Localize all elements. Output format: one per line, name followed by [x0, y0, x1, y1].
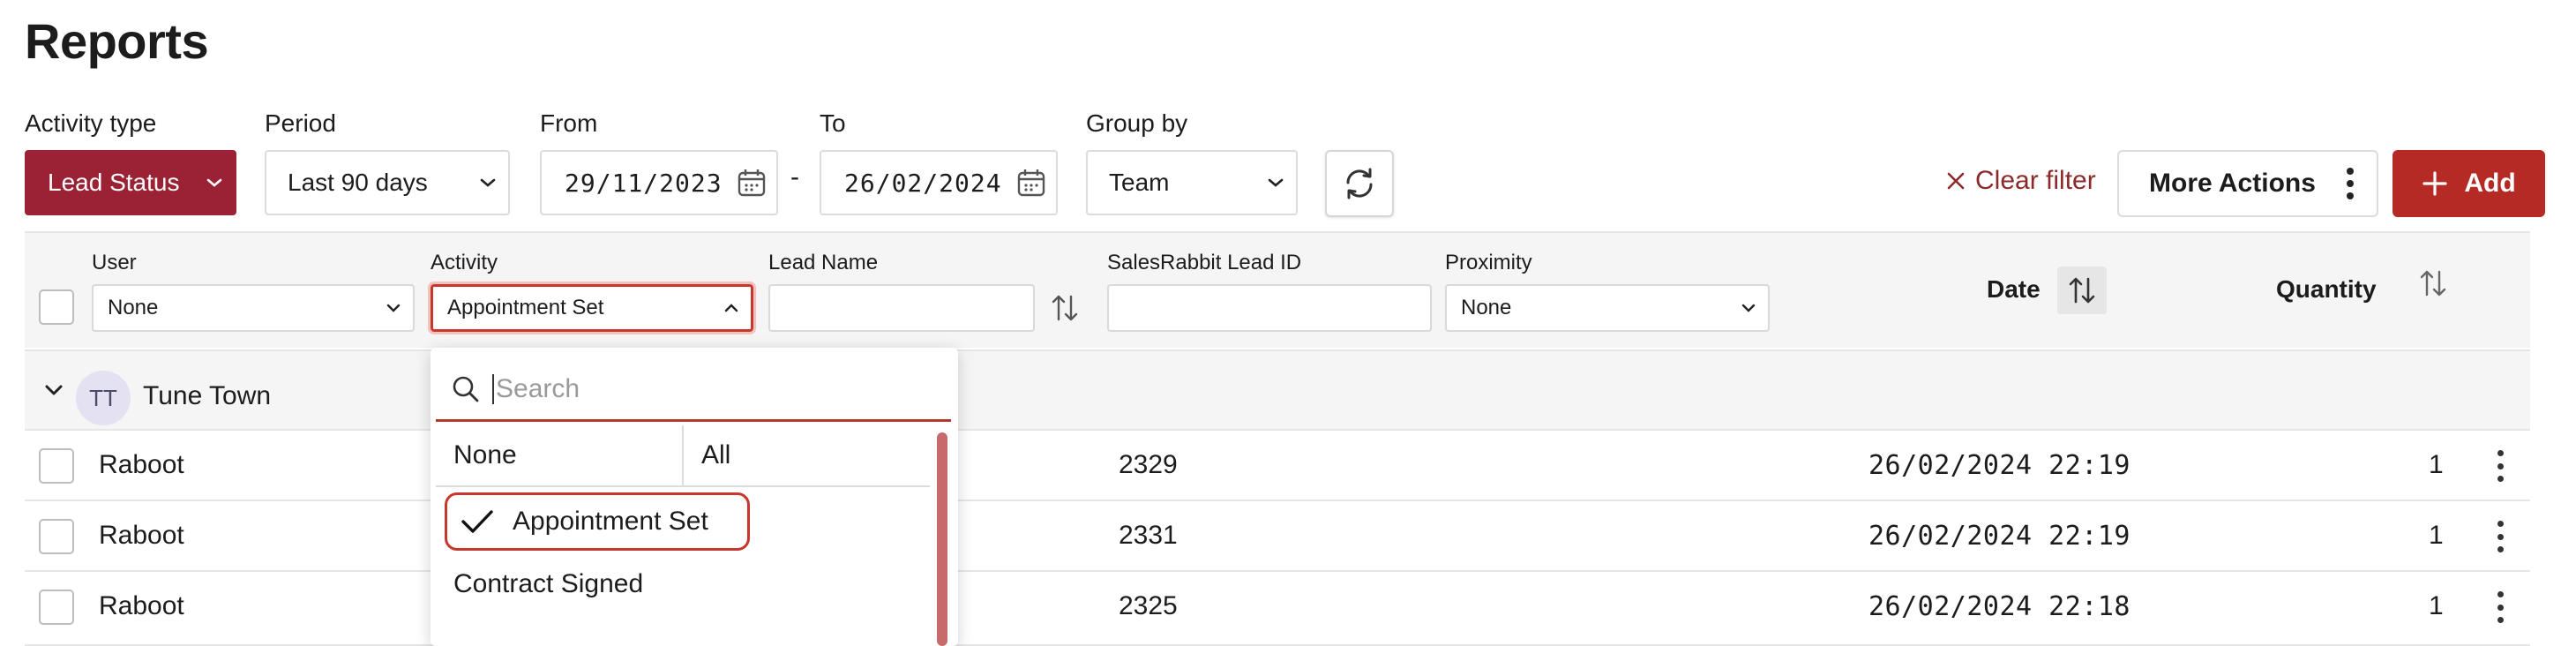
avatar: TT: [76, 371, 131, 425]
activity-type-select[interactable]: Lead Status: [25, 150, 236, 215]
chevron-down-icon: [194, 177, 235, 189]
refresh-icon: [1346, 168, 1373, 199]
row-checkbox[interactable]: [39, 448, 74, 484]
period-select[interactable]: Last 90 days: [265, 150, 510, 215]
clear-filter-label: Clear filter: [1975, 166, 2096, 195]
group-by-select[interactable]: Team: [1086, 150, 1298, 215]
date-sort-icon[interactable]: [2057, 267, 2107, 314]
proximity-filter-label: Proximity: [1445, 251, 1532, 274]
row-date: 26/02/2024 22:19: [1868, 521, 2130, 552]
dropdown-option-contract-signed[interactable]: Contract Signed: [436, 554, 930, 614]
quantity-column-header[interactable]: Quantity: [2276, 275, 2377, 304]
activity-filter-value: Appointment Set: [447, 296, 604, 319]
chevron-up-icon: [712, 303, 751, 313]
salesrabbit-lead-id-filter-label: SalesRabbit Lead ID: [1107, 251, 1302, 274]
calendar-icon[interactable]: [1007, 168, 1056, 198]
chevron-down-icon: [374, 303, 413, 313]
proximity-filter-value: None: [1461, 296, 1512, 319]
lead-name-filter-input[interactable]: [768, 284, 1035, 332]
lead-name-filter-label: Lead Name: [768, 251, 879, 274]
dropdown-scrollbar[interactable]: [937, 432, 947, 646]
row-checkbox[interactable]: [39, 590, 74, 625]
table-row[interactable]: Raboot 2329 26/02/2024 22:19 1: [25, 429, 2530, 500]
group-name: Tune Town: [143, 381, 272, 410]
search-icon: [452, 375, 480, 403]
close-icon: [1947, 172, 1965, 190]
select-none-option[interactable]: None: [436, 425, 684, 485]
chevron-down-icon: [1255, 177, 1296, 189]
activity-filter-select[interactable]: Appointment Set: [428, 282, 756, 334]
row-date: 26/02/2024 22:19: [1868, 450, 2130, 481]
row-menu-icon[interactable]: [2491, 588, 2509, 627]
date-column-header[interactable]: Date: [1987, 275, 2041, 304]
user-filter-label: User: [92, 251, 137, 274]
more-actions-label: More Actions: [2149, 169, 2316, 198]
select-all-checkbox[interactable]: [39, 289, 74, 325]
date-range-separator: -: [790, 162, 799, 192]
activity-type-label: Activity type: [25, 109, 157, 137]
none-all-selector: None All: [436, 425, 930, 487]
activity-dropdown: Search None All Appointment Set Contract…: [431, 348, 958, 646]
sort-icon[interactable]: [1051, 293, 1079, 327]
to-date-field[interactable]: 26/02/2024: [820, 150, 1058, 215]
from-date-field[interactable]: 29/11/2023: [540, 150, 778, 215]
dropdown-option-appointment-set[interactable]: Appointment Set: [445, 492, 750, 551]
checkmark-icon: [460, 507, 495, 536]
refresh-button[interactable]: [1325, 150, 1394, 217]
table-row[interactable]: Raboot 2325 26/02/2024 22:18 1: [25, 570, 2530, 646]
row-lead-id: 2325: [1119, 591, 1178, 620]
kebab-menu-icon: [2324, 166, 2377, 201]
dropdown-option-label: Contract Signed: [453, 569, 644, 598]
dropdown-option-label: Appointment Set: [513, 507, 708, 536]
page-title: Reports: [25, 13, 209, 69]
table-row[interactable]: Raboot 2331 26/02/2024 22:19 1: [25, 500, 2530, 570]
calendar-icon[interactable]: [727, 168, 776, 198]
chevron-down-icon: [1729, 303, 1768, 313]
user-filter-select[interactable]: None: [92, 284, 415, 332]
period-label: Period: [265, 109, 336, 137]
row-user: Raboot: [99, 591, 184, 620]
activity-filter-label: Activity: [431, 251, 498, 274]
row-checkbox[interactable]: [39, 519, 74, 554]
from-label: From: [540, 109, 598, 137]
quantity-sort-icon[interactable]: [2419, 268, 2447, 303]
plus-icon: [2422, 171, 2447, 196]
row-quantity: 1: [2429, 450, 2444, 479]
row-quantity: 1: [2429, 591, 2444, 620]
select-all-option[interactable]: All: [684, 425, 930, 485]
search-placeholder: Search: [496, 373, 580, 403]
group-by-label: Group by: [1086, 109, 1188, 137]
row-lead-id: 2331: [1119, 521, 1178, 550]
add-label: Add: [2464, 169, 2516, 198]
table-filter-header: User None Activity Appointment Set Lead …: [25, 231, 2530, 348]
text-caret: [492, 373, 494, 404]
dropdown-search-input[interactable]: Search: [436, 358, 951, 422]
from-date-value: 29/11/2023: [565, 168, 723, 198]
row-date: 26/02/2024 22:18: [1868, 591, 2130, 622]
proximity-filter-select[interactable]: None: [1445, 284, 1770, 332]
to-label: To: [820, 109, 846, 137]
row-lead-id: 2329: [1119, 450, 1178, 479]
row-user: Raboot: [99, 450, 184, 479]
salesrabbit-lead-id-filter-input[interactable]: [1107, 284, 1432, 332]
group-by-value: Team: [1109, 169, 1170, 196]
user-filter-value: None: [108, 296, 159, 319]
activity-type-value: Lead Status: [48, 169, 180, 196]
period-value: Last 90 days: [288, 169, 428, 196]
add-button[interactable]: Add: [2393, 150, 2545, 217]
chevron-down-icon[interactable]: [44, 383, 64, 402]
row-user: Raboot: [99, 521, 184, 550]
chevron-down-icon: [468, 177, 508, 189]
row-menu-icon[interactable]: [2491, 447, 2509, 485]
group-row[interactable]: TT Tune Town: [25, 349, 2530, 429]
to-date-value: 26/02/2024: [844, 168, 1002, 198]
clear-filter-button[interactable]: Clear filter: [1945, 166, 2096, 196]
more-actions-button[interactable]: More Actions: [2117, 150, 2378, 217]
row-menu-icon[interactable]: [2491, 517, 2509, 556]
row-quantity: 1: [2429, 521, 2444, 550]
